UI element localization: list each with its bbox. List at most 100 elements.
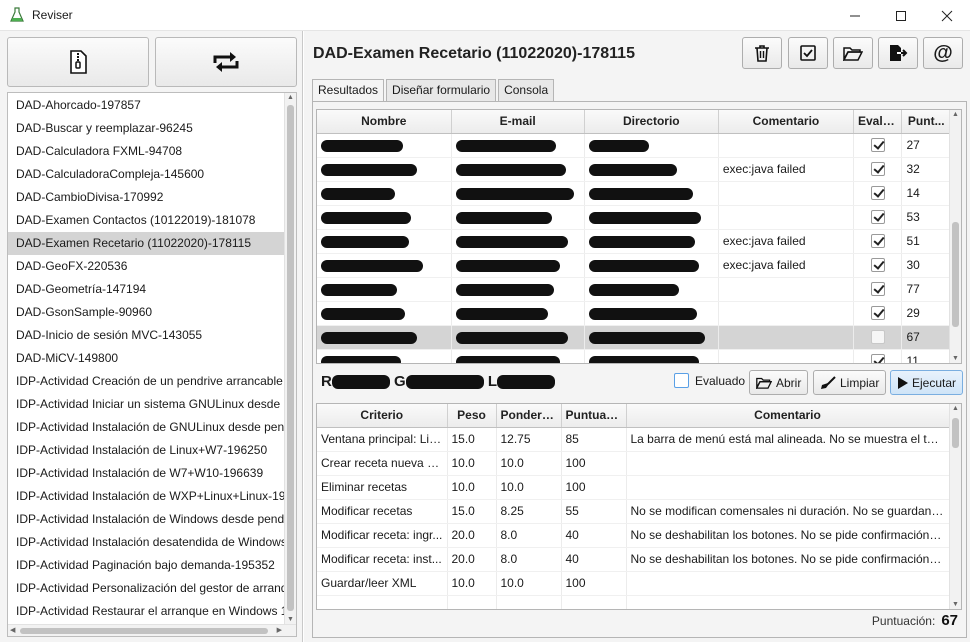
project-list-item[interactable]: IDP-Actividad Instalación de WXP+Linux+L…: [8, 485, 285, 508]
table-row[interactable]: Modificar receta: inst... 20.0 8.0 40 No se …: [317, 547, 950, 572]
tab-resultados[interactable]: Resultados: [312, 79, 385, 102]
maximize-button[interactable]: [878, 0, 924, 31]
cell-ponderacion: 10.0: [496, 571, 562, 596]
project-list-item[interactable]: DAD-Geometría-147194: [8, 278, 285, 301]
column-header-peso[interactable]: Peso: [447, 404, 497, 428]
evaluado-checkbox[interactable]: [870, 234, 885, 249]
refresh-button[interactable]: [155, 37, 297, 87]
evaluado-checkbox[interactable]: Evaluado: [674, 373, 745, 388]
table-row[interactable]: 11: [317, 349, 951, 363]
cell-directorio-redacted: [584, 157, 719, 182]
cell-criterio: Guardar/leer XML: [317, 571, 448, 596]
evaluado-checkbox[interactable]: [870, 162, 885, 177]
project-list-item[interactable]: DAD-MiCV-149800: [8, 347, 285, 370]
evaluado-checkbox[interactable]: [870, 258, 885, 273]
project-list-hscrollbar[interactable]: ◀ ▶: [8, 624, 296, 636]
column-header-email[interactable]: E-mail: [451, 110, 585, 134]
project-list-item[interactable]: IDP-Actividad Instalación desatendida de…: [8, 531, 285, 554]
column-header-evaluado[interactable]: Evalu...: [853, 110, 903, 134]
evaluado-checkbox[interactable]: [870, 354, 885, 363]
project-list-item[interactable]: IDP-Actividad Paginación bajo demanda-19…: [8, 554, 285, 577]
table-row[interactable]: Guardar/leer XML 10.0 10.0 100: [317, 571, 950, 596]
table-row[interactable]: exec:java failed 32: [317, 157, 951, 182]
project-list-item[interactable]: DAD-Calculadora FXML-94708: [8, 140, 285, 163]
cell-directorio-redacted: [584, 277, 719, 302]
project-list-item[interactable]: DAD-Examen Contactos (10122019)-181078: [8, 209, 285, 232]
evaluado-checkbox[interactable]: [870, 306, 885, 321]
column-header-criterio[interactable]: Criterio: [317, 404, 448, 428]
cell-nombre-redacted: [317, 325, 452, 350]
cell-puntuacion: 11: [901, 349, 951, 363]
table-row[interactable]: Ventana principal: Lis... 15.0 12.75 85 La b…: [317, 427, 950, 452]
play-icon: [898, 376, 908, 389]
evaluado-checkbox[interactable]: [870, 330, 885, 345]
table-row[interactable]: Modificar recetas 15.0 8.25 55 No se modific…: [317, 499, 950, 524]
column-header-puntuacion[interactable]: Puntuac...: [561, 404, 627, 428]
project-list-item[interactable]: DAD-GsonSample-90960: [8, 301, 285, 324]
table-row[interactable]: 14: [317, 181, 951, 206]
evaluado-checkbox[interactable]: [870, 138, 885, 153]
project-list-item[interactable]: DAD-Examen Recetario (11022020)-178115: [8, 232, 285, 255]
tab-disenar-formulario[interactable]: Diseñar formulario: [386, 79, 497, 101]
project-list-item[interactable]: IDP-Actividad Personalización del gestor…: [8, 577, 285, 600]
project-list-item[interactable]: IDP-Actividad Instalación de W7+W10-1966…: [8, 462, 285, 485]
project-list[interactable]: DAD-Ahorcado-197857 DAD-Buscar y reemplaz…: [7, 92, 297, 637]
criteria-vscrollbar[interactable]: ▲ ▼: [949, 404, 961, 609]
column-header-directorio[interactable]: Directorio: [584, 110, 719, 134]
minimize-button[interactable]: [832, 0, 878, 31]
delete-button[interactable]: [742, 37, 782, 69]
scroll-down-icon: ▼: [287, 616, 294, 623]
abrir-button[interactable]: Abrir: [749, 370, 809, 395]
close-button[interactable]: [924, 0, 970, 31]
evaluado-checkbox[interactable]: [870, 282, 885, 297]
table-row[interactable]: 67: [317, 325, 951, 350]
evaluado-checkbox[interactable]: [870, 210, 885, 225]
project-list-item[interactable]: DAD-Ahorcado-197857: [8, 94, 285, 117]
project-list-item[interactable]: DAD-Inicio de sesión MVC-143055: [8, 324, 285, 347]
cell-directorio-redacted: [584, 349, 719, 363]
cell-comentario: [718, 349, 855, 363]
project-list-item[interactable]: IDP-Actividad Creación de un pendrive ar…: [8, 370, 285, 393]
email-button[interactable]: @: [923, 37, 963, 69]
check-button[interactable]: [788, 37, 828, 69]
column-header-ponderacion[interactable]: Pondera...: [496, 404, 562, 428]
project-list-item[interactable]: DAD-Buscar y reemplazar-96245: [8, 117, 285, 140]
table-row[interactable]: 53: [317, 205, 951, 230]
export-button[interactable]: [878, 37, 918, 69]
results-table[interactable]: Nombre E-mail Directorio Comentario Eval…: [316, 109, 962, 364]
column-header-comentario[interactable]: Comentario: [626, 404, 950, 428]
cell-evaluado: [853, 349, 903, 363]
project-list-item[interactable]: DAD-CalculadoraCompleja-145600: [8, 163, 285, 186]
ejecutar-button[interactable]: Ejecutar: [890, 370, 964, 395]
results-vscrollbar[interactable]: ▲ ▼: [949, 110, 961, 363]
project-list-vscrollbar[interactable]: ▲ ▼: [284, 93, 296, 624]
table-row[interactable]: exec:java failed 51: [317, 229, 951, 254]
cell-nombre-redacted: [317, 157, 452, 182]
evaluado-checkbox[interactable]: [870, 186, 885, 201]
project-list-item[interactable]: IDP-Actividad Restaurar el arranque en W…: [8, 600, 285, 623]
open-zip-button[interactable]: [7, 37, 149, 87]
cell-nombre-redacted: [317, 277, 452, 302]
table-row[interactable]: Crear receta nueva va... 10.0 10.0 100: [317, 451, 950, 476]
project-list-item[interactable]: IDP-Actividad Instalación de Windows des…: [8, 508, 285, 531]
project-list-item[interactable]: IDP-Actividad Instalación de GNULinux de…: [8, 416, 285, 439]
table-row[interactable]: exec:java failed 30: [317, 253, 951, 278]
column-header-puntuacion[interactable]: Punt...: [901, 110, 951, 134]
tab-consola[interactable]: Consola: [498, 79, 555, 101]
evaluado-checkbox-box[interactable]: [674, 373, 689, 388]
column-header-comentario[interactable]: Comentario: [718, 110, 855, 134]
table-row[interactable]: [317, 595, 950, 609]
project-list-item[interactable]: IDP-Actividad Instalación de Linux+W7-19…: [8, 439, 285, 462]
limpiar-button[interactable]: Limpiar: [813, 370, 887, 395]
table-row[interactable]: Eliminar recetas 10.0 10.0 100: [317, 475, 950, 500]
column-header-nombre[interactable]: Nombre: [317, 110, 452, 134]
table-row[interactable]: 27: [317, 133, 951, 158]
table-row[interactable]: 29: [317, 301, 951, 326]
criteria-table[interactable]: Criterio Peso Pondera... Puntuac... Come…: [316, 403, 962, 610]
table-row[interactable]: Modificar receta: ingr... 20.0 8.0 40 No se …: [317, 523, 950, 548]
table-row[interactable]: 77: [317, 277, 951, 302]
open-folder-button[interactable]: [833, 37, 873, 69]
project-list-item[interactable]: IDP-Actividad Iniciar un sistema GNULinu…: [8, 393, 285, 416]
project-list-item[interactable]: DAD-GeoFX-220536: [8, 255, 285, 278]
project-list-item[interactable]: DAD-CambioDivisa-170992: [8, 186, 285, 209]
